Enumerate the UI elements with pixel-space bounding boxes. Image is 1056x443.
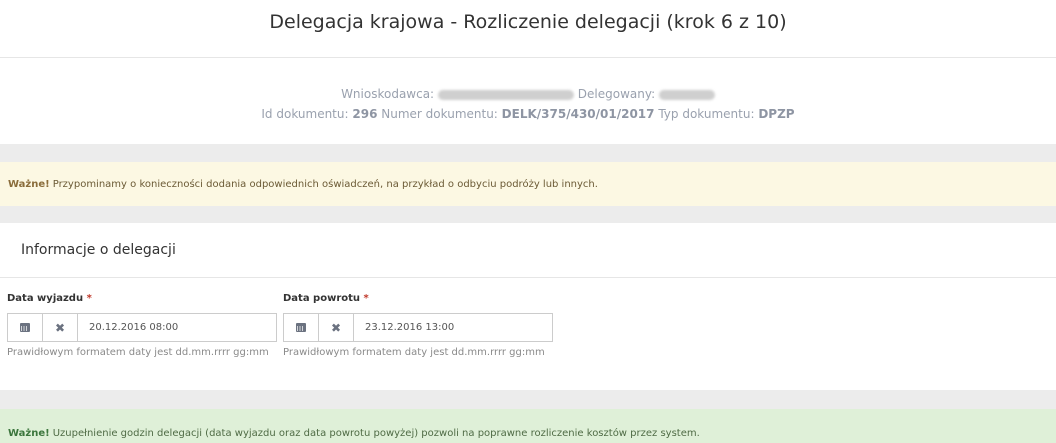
applicant-label: Wnioskodawca: xyxy=(341,87,435,101)
page-title: Delegacja krajowa - Rozliczenie delegacj… xyxy=(269,11,787,33)
close-icon: ✖ xyxy=(54,320,66,335)
doc-number-label: Numer dokumentu: xyxy=(381,107,498,121)
meta-people-line: Wnioskodawca: Delegowany: xyxy=(0,84,1056,104)
panel-title: Informacje o delegacji xyxy=(21,242,176,258)
section-gap xyxy=(0,390,1056,409)
warning-alert-strong: Ważne! xyxy=(8,178,50,190)
doc-number-value: DELK/375/430/01/2017 xyxy=(501,107,655,121)
return-clear-button[interactable]: ✖ xyxy=(319,314,354,341)
departure-clear-button[interactable]: ✖ xyxy=(43,314,78,341)
doc-type-label: Typ dokumentu: xyxy=(658,107,755,121)
doc-id-value: 296 xyxy=(352,107,378,121)
delegated-name-redacted xyxy=(658,89,715,100)
calendar-icon xyxy=(20,323,30,332)
departure-input-group: ✖ 20.12.2016 08:00 xyxy=(7,313,277,342)
info-alert-strong: Ważne! xyxy=(8,427,50,439)
document-meta: Wnioskodawca: Delegowany: Id dokumentu: … xyxy=(0,58,1056,144)
required-marker: * xyxy=(86,293,92,304)
dates-form: Data wyjazdu * ✖ 20.12.2016 08:00 Prawid… xyxy=(0,278,1056,390)
warning-alert: Ważne! Przypominamy o konieczności dodan… xyxy=(0,162,1056,206)
panel-heading: Informacje o delegacji xyxy=(0,223,1056,278)
warning-alert-text: Przypominamy o konieczności dodania odpo… xyxy=(52,178,598,190)
section-gap xyxy=(0,206,1056,223)
departure-field: Data wyjazdu * ✖ 20.12.2016 08:00 Prawid… xyxy=(7,293,277,358)
required-marker: * xyxy=(363,293,369,304)
doc-type-value: DPZP xyxy=(758,107,795,121)
doc-id-label: Id dokumentu: xyxy=(261,107,349,121)
close-icon: ✖ xyxy=(330,320,342,335)
return-date-input[interactable]: 23.12.2016 13:00 xyxy=(354,314,552,341)
calendar-icon xyxy=(296,323,306,332)
applicant-name-redacted xyxy=(437,89,574,100)
return-label: Data powrotu * xyxy=(283,293,369,304)
departure-calendar-button[interactable] xyxy=(8,314,43,341)
info-alert-text: Uzupełnienie godzin delegacji (data wyja… xyxy=(52,427,700,439)
departure-date-input[interactable]: 20.12.2016 08:00 xyxy=(78,314,276,341)
delegated-label: Delegowany: xyxy=(577,87,656,101)
section-gap xyxy=(0,144,1056,162)
return-input-group: ✖ 23.12.2016 13:00 xyxy=(283,313,553,342)
meta-doc-line: Id dokumentu: 296 Numer dokumentu: DELK/… xyxy=(0,104,1056,124)
info-alert: Ważne! Uzupełnienie godzin delegacji (da… xyxy=(0,409,1056,443)
return-help-text: Prawidłowym formatem daty jest dd.mm.rrr… xyxy=(283,347,545,358)
departure-label: Data wyjazdu * xyxy=(7,293,92,304)
departure-help-text: Prawidłowym formatem daty jest dd.mm.rrr… xyxy=(7,347,269,358)
return-field: Data powrotu * ✖ 23.12.2016 13:00 Prawid… xyxy=(283,293,553,358)
return-calendar-button[interactable] xyxy=(284,314,319,341)
page-header: Delegacja krajowa - Rozliczenie delegacj… xyxy=(0,0,1056,58)
